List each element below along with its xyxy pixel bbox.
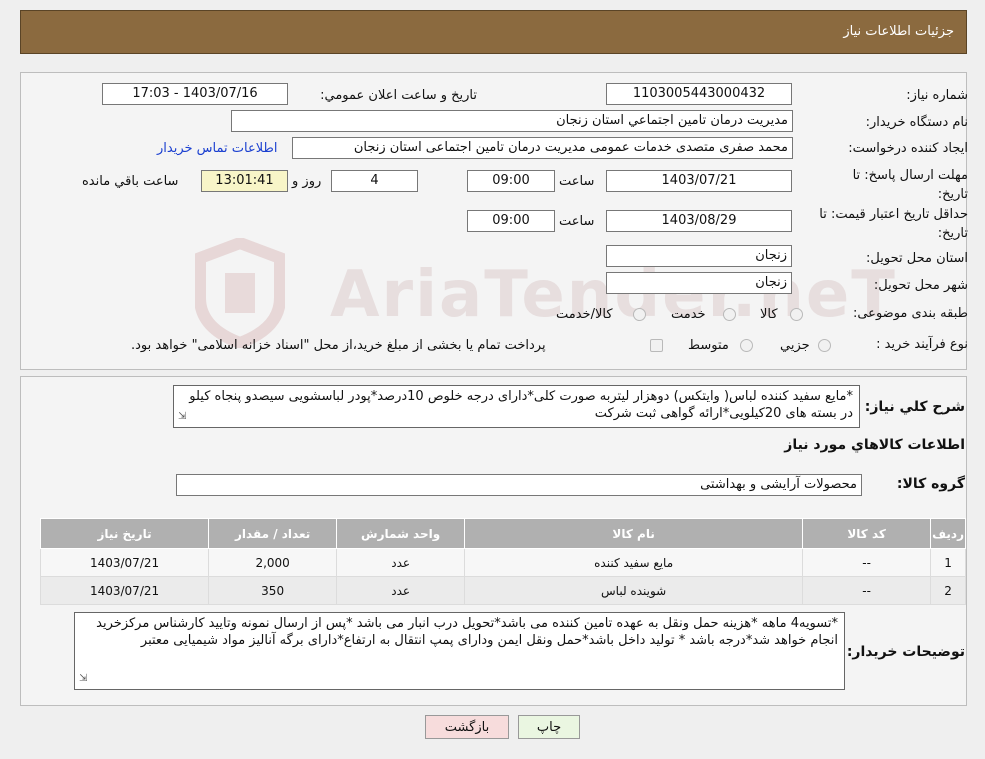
cell-need-date: 1403/07/21 <box>39 548 210 577</box>
process-medium-label: متوسط <box>688 338 729 353</box>
announce-datetime-label: تاريخ و ساعت اعلان عمومي: <box>320 88 477 103</box>
cell-name: شوينده لباس <box>464 576 804 605</box>
back-button[interactable]: بازگشت <box>425 715 509 739</box>
items-table: رديف کد کالا نام کالا واحد شمارش تعداد /… <box>39 518 966 605</box>
purchase-process-label: نوع فرآيند خريد : <box>876 337 968 352</box>
cell-unit: عدد <box>336 548 466 577</box>
buyer-notes-text: *تسویه4 ماهه *هزینه حمل ونقل به عهده تام… <box>96 616 838 648</box>
page-header: جزئيات اطلاعات نياز <box>20 10 967 54</box>
process-medium-radio[interactable] <box>740 339 753 352</box>
cell-row: 1 <box>930 548 966 577</box>
validity-time-label: ساعت <box>559 214 595 229</box>
reply-time-field: 09:00 <box>467 170 555 192</box>
buyer-org-field: مديريت درمان تامين اجتماعي استان زنجان <box>231 110 793 132</box>
description-text: *مایع سفید کننده لباس( وایتکس) دوهزار لی… <box>189 389 853 421</box>
cell-code: -- <box>802 548 932 577</box>
col-name: نام کالا <box>464 518 804 549</box>
description-label: شرح کلي نياز: <box>864 399 965 415</box>
cell-code: -- <box>802 576 932 605</box>
category-goods-label: کالا <box>760 307 778 322</box>
table-header-row: رديف کد کالا نام کالا واحد شمارش تعداد /… <box>39 518 966 549</box>
remaining-label: ساعت باقي مانده <box>82 174 179 189</box>
reply-deadline-label: مهلت ارسال پاسخ: تا تاريخ: <box>852 168 968 202</box>
buyer-contact-link[interactable]: اطلاعات تماس خريدار <box>157 141 277 156</box>
col-row: رديف <box>930 518 966 549</box>
reply-date-field: 1403/07/21 <box>606 170 792 192</box>
process-minor-label: جزيي <box>780 338 810 353</box>
city-field: زنجان <box>606 272 792 294</box>
table-row: 2 -- شوينده لباس عدد 350 1403/07/21 <box>39 576 966 605</box>
description-textarea[interactable]: *مایع سفید کننده لباس( وایتکس) دوهزار لی… <box>173 385 860 428</box>
cell-quantity: 2,000 <box>208 548 338 577</box>
remaining-time-field: 13:01:41 <box>201 170 288 192</box>
watermark-logo <box>194 236 286 350</box>
validity-time-field: 09:00 <box>467 210 555 232</box>
treasury-checkbox[interactable] <box>650 339 663 352</box>
cell-row: 2 <box>930 576 966 605</box>
reply-days-field: 4 <box>331 170 418 192</box>
buyer-notes-label: توضيحات خريدار: <box>846 644 965 660</box>
category-goods-service-radio[interactable] <box>633 308 646 321</box>
cell-quantity: 350 <box>208 576 338 605</box>
cell-name: مايع سفيد کننده <box>464 548 804 577</box>
watermark-text: AriaTender.neT <box>330 258 897 332</box>
price-validity-label: حداقل تاريخ اعتبار قيمت: تا تاريخ: <box>819 207 968 241</box>
delivery-province-label: استان محل تحويل: <box>866 251 968 266</box>
col-quantity: تعداد / مقدار <box>208 518 338 549</box>
category-goods-radio[interactable] <box>790 308 803 321</box>
category-goods-service-label: کالا/خدمت <box>556 307 613 322</box>
print-button[interactable]: چاپ <box>518 715 580 739</box>
category-label: طبقه بندی موضوعی: <box>852 306 968 321</box>
goods-group-field: محصولات آرايشی و بهداشتی <box>176 474 862 496</box>
goods-info-heading: اطلاعات کالاهاي مورد نياز <box>784 437 965 453</box>
validity-date-field: 1403/08/29 <box>606 210 792 232</box>
col-code: کد کالا <box>802 518 932 549</box>
buyer-notes-textarea[interactable]: *تسویه4 ماهه *هزینه حمل ونقل به عهده تام… <box>74 612 845 690</box>
category-service-radio[interactable] <box>723 308 736 321</box>
resize-handle-icon[interactable]: ⇲ <box>178 408 186 425</box>
resize-handle-icon[interactable]: ⇲ <box>79 670 87 687</box>
process-note: پرداخت تمام يا بخشی از مبلغ خريد،از محل … <box>131 338 546 353</box>
col-need-date: تاريخ نياز <box>39 518 210 549</box>
page-title: جزئيات اطلاعات نياز <box>843 24 954 39</box>
category-service-label: خدمت <box>671 307 706 322</box>
requester-label: ايجاد کننده درخواست: <box>848 141 968 156</box>
requester-field: محمد صفری متصدی خدمات عمومی مدیریت درمان… <box>292 137 793 159</box>
cell-need-date: 1403/07/21 <box>39 576 210 605</box>
col-unit: واحد شمارش <box>336 518 466 549</box>
province-field: زنجان <box>606 245 792 267</box>
process-minor-radio[interactable] <box>818 339 831 352</box>
delivery-city-label: شهر محل تحويل: <box>873 278 968 293</box>
buyer-org-label: نام دستگاه خريدار: <box>865 115 968 130</box>
reply-time-label: ساعت <box>559 174 595 189</box>
need-number-label: شماره نياز: <box>906 88 968 103</box>
need-number-field: 1103005443000432 <box>606 83 792 105</box>
table-row: 1 -- مايع سفيد کننده عدد 2,000 1403/07/2… <box>39 548 966 577</box>
goods-group-label: گروه کالا: <box>896 476 965 492</box>
day-and-label: روز و <box>292 174 322 189</box>
announce-datetime-field: 1403/07/16 - 17:03 <box>102 83 288 105</box>
cell-unit: عدد <box>336 576 466 605</box>
